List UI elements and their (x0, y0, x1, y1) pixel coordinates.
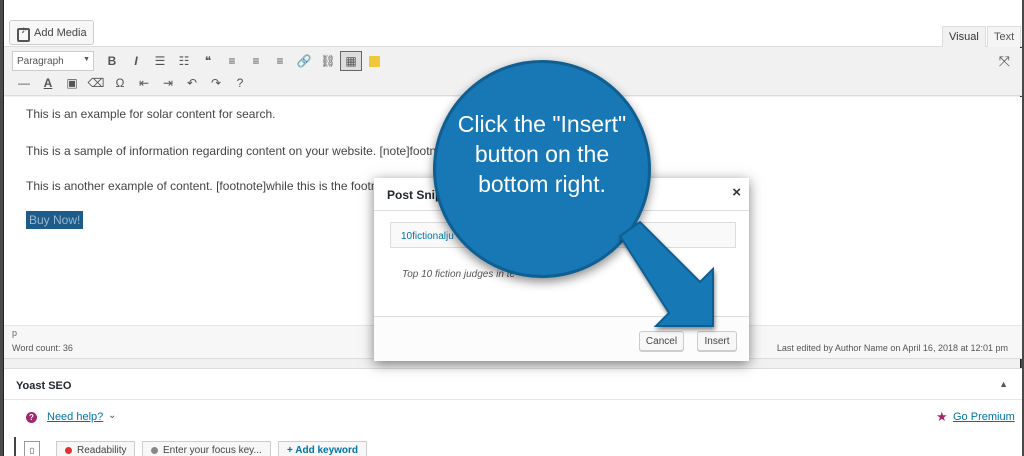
yoast-panel: Yoast SEO ▲ ? Need help? ⌄ ★ Go Premium … (4, 368, 1022, 456)
add-media-label: Add Media (34, 26, 87, 39)
collapse-caret-icon[interactable]: ▲ (999, 379, 1008, 389)
tab-readability-label: Readability (77, 445, 127, 456)
dialog-title: Post Snip (387, 188, 443, 202)
strikethrough-icon[interactable]: — (12, 73, 36, 93)
close-icon[interactable]: × (732, 184, 741, 201)
outdent-icon[interactable]: ⇤ (132, 73, 156, 93)
status-dot-icon (151, 447, 158, 454)
toolbar-toggle-icon[interactable]: ▦ (340, 51, 362, 71)
align-center-icon[interactable]: ≡ (244, 51, 268, 71)
align-right-icon[interactable]: ≡ (268, 51, 292, 71)
help-icon[interactable]: ? (228, 73, 252, 93)
text-color-icon[interactable]: A (36, 73, 60, 93)
tab-focus-keyword[interactable]: Enter your focus key... (142, 441, 271, 456)
last-edited: Last edited by Author Name on April 16, … (776, 343, 1008, 353)
insert-button[interactable]: Insert (697, 331, 737, 351)
bold-icon[interactable]: B (100, 51, 124, 71)
toolbar-row-1: Paragraph BI☰☷❝≡≡≡🔗⛓▦ (12, 50, 386, 72)
numbered-list-icon[interactable]: ☷ (172, 51, 196, 71)
element-path[interactable]: p (12, 328, 17, 338)
snippet-icon[interactable] (362, 51, 386, 71)
editor-topbar: Add Media Visual Text (4, 0, 1022, 47)
yoast-title: Yoast SEO (16, 380, 72, 392)
divider (14, 437, 16, 456)
italic-icon[interactable]: I (124, 51, 148, 71)
paste-text-icon[interactable]: ▣ (60, 73, 84, 93)
undo-icon[interactable]: ↶ (180, 73, 204, 93)
instruction-callout: Click the "Insert" button on the bottom … (433, 60, 651, 278)
tab-visual[interactable]: Visual (942, 26, 986, 47)
special-character-icon[interactable]: Ω (108, 73, 132, 93)
callout-text: Click the "Insert" button on the bottom … (457, 111, 627, 197)
tab-focus-label: Enter your focus key... (163, 445, 262, 456)
status-dot-icon (65, 447, 72, 454)
media-icon (16, 24, 30, 42)
redo-icon[interactable]: ↷ (204, 73, 228, 93)
cancel-button[interactable]: Cancel (639, 331, 684, 351)
go-premium-link[interactable]: Go Premium (953, 411, 1015, 423)
tab-readability[interactable]: Readability (56, 441, 136, 456)
fullscreen-icon[interactable]: ⤧ (999, 53, 1010, 70)
content-line-1: This is an example for solar content for… (26, 107, 276, 121)
buy-now-button[interactable]: Buy Now! (26, 211, 84, 229)
align-left-icon[interactable]: ≡ (220, 51, 244, 71)
clear-formatting-icon[interactable]: ⌫ (84, 73, 108, 93)
blockquote-icon[interactable]: ❝ (196, 51, 220, 71)
snippet-description: Top 10 fiction judges in te (402, 269, 516, 280)
link-icon[interactable]: 🔗 (292, 51, 316, 71)
bulleted-list-icon[interactable]: ☰ (148, 51, 172, 71)
add-media-button[interactable]: Add Media (9, 20, 94, 45)
format-select[interactable]: Paragraph (12, 51, 94, 71)
content-line-3: This is another example of content. [foo… (26, 179, 385, 193)
question-icon: ? (26, 412, 37, 423)
chevron-down-icon[interactable]: ⌄ (108, 410, 116, 421)
yoast-icon[interactable]: ▯ (24, 441, 40, 456)
toolbar-row-2: — A ▣ ⌫ Ω ⇤ ⇥ ↶ ↷? (12, 72, 252, 94)
indent-icon[interactable]: ⇥ (156, 73, 180, 93)
need-help-link[interactable]: Need help? (47, 411, 103, 423)
tab-text[interactable]: Text (987, 26, 1022, 47)
star-icon: ★ (936, 409, 948, 424)
content-line-2: This is a sample of information regardin… (26, 144, 453, 158)
dialog-footer: Cancel Insert (374, 316, 749, 361)
add-keyword-tab[interactable]: + Add keyword (278, 441, 368, 456)
word-count: Word count: 36 (12, 343, 73, 353)
divider (4, 399, 1022, 400)
unlink-icon[interactable]: ⛓ (316, 51, 340, 71)
